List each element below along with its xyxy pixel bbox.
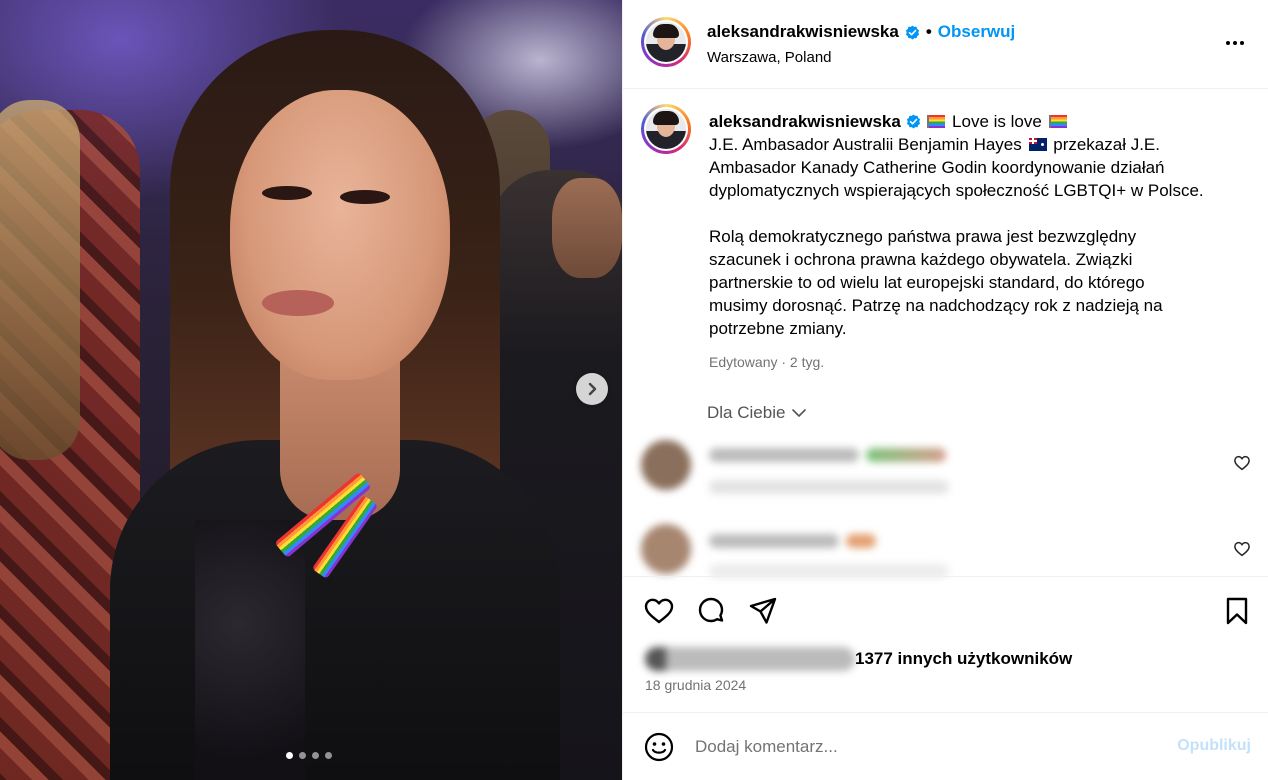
woman-eye [340, 190, 390, 204]
caption-line: Ambasador Kanady Catherine Godin koordyn… [709, 158, 1165, 177]
comment-item [641, 438, 1251, 508]
caption-line: dyplomatycznych wspierających społecznoś… [709, 181, 1204, 200]
comment-like-icon[interactable] [1233, 454, 1251, 472]
caption-line: J.E. Ambasador Australii Benjamin Hayes [709, 135, 1022, 154]
carousel-next-button[interactable] [576, 373, 608, 405]
post-header: aleksandrakwisniewska • Obserwuj Warszaw… [623, 0, 1268, 89]
bookmark-icon[interactable] [1221, 595, 1253, 627]
caption-username[interactable]: aleksandrakwisniewska [709, 112, 901, 131]
background-person-hair [0, 100, 80, 460]
verified-badge-icon [906, 114, 920, 129]
follow-button[interactable]: Obserwuj [938, 22, 1015, 42]
more-options-icon [1226, 41, 1230, 45]
add-comment-bar: Opublikuj [623, 712, 1268, 780]
caption-line: przekazał J.E. [1053, 135, 1160, 154]
comments-filter-label: Dla Ciebie [707, 403, 786, 422]
woman-eye [262, 186, 312, 200]
comment-input[interactable] [695, 735, 1145, 759]
edited-timestamp: Edytowany · 2 tyg. [709, 354, 825, 370]
caption-line: Rolą demokratycznego państwa prawa jest … [709, 227, 1137, 246]
likes-count[interactable]: 1377 innych użytkowników [855, 649, 1072, 669]
caption-line: musimy dorosnąć. Patrzę na nadchodzący r… [709, 296, 1163, 315]
caption-title: Love is love [952, 112, 1042, 131]
author-avatar[interactable] [641, 17, 691, 67]
header-separator: • [925, 22, 932, 41]
woman-lips [262, 290, 334, 316]
liked-by-users [645, 647, 855, 671]
comment-icon[interactable] [695, 595, 727, 627]
verified-badge-icon [905, 25, 919, 39]
carousel-dot [312, 752, 319, 759]
comment-like-icon[interactable] [1233, 540, 1251, 558]
sequin-top [195, 520, 305, 780]
woman-face [230, 90, 450, 380]
chevron-down-icon [792, 409, 807, 417]
comment-avatar[interactable] [641, 440, 691, 490]
caption-line: potrzebne zmiany. [709, 319, 847, 338]
post-photo[interactable] [0, 0, 622, 780]
carousel-dot [299, 752, 306, 759]
post-caption: aleksandrakwisniewska Love is love J.E. … [709, 110, 1249, 340]
australia-flag-icon [1028, 138, 1047, 151]
chevron-right-icon [588, 382, 597, 396]
comments-filter-dropdown[interactable]: Dla Ciebie [707, 403, 807, 423]
heart-icon[interactable] [643, 595, 675, 627]
post-location[interactable]: Warszawa, Poland [707, 49, 832, 66]
caption-author-avatar[interactable] [641, 104, 691, 154]
carousel-dot [286, 752, 293, 759]
emoji-icon[interactable] [643, 731, 675, 763]
caption-line: szacunek i ochrona prawna każdego obywat… [709, 250, 1133, 269]
carousel-dot [325, 752, 332, 759]
post-actions-bar [623, 576, 1268, 644]
background-man-face [552, 178, 622, 278]
post-details-panel: aleksandrakwisniewska • Obserwuj Warszaw… [622, 0, 1268, 780]
author-username[interactable]: aleksandrakwisniewska [707, 22, 899, 42]
header-user-row: aleksandrakwisniewska • Obserwuj [707, 22, 1015, 42]
carousel-indicators [286, 752, 332, 759]
share-icon[interactable] [747, 595, 779, 627]
caption-line: partnerskie to od wielu lat europejski s… [709, 273, 1145, 292]
post-date[interactable]: 18 grudnia 2024 [645, 677, 746, 693]
publish-button[interactable]: Opublikuj [1177, 737, 1251, 755]
more-options-button[interactable] [1223, 31, 1247, 55]
comment-avatar[interactable] [641, 524, 691, 574]
likes-summary[interactable]: 1377 innych użytkowników [645, 645, 1245, 673]
rainbow-flag-icon [1048, 115, 1067, 128]
rainbow-flag-icon [927, 115, 946, 128]
